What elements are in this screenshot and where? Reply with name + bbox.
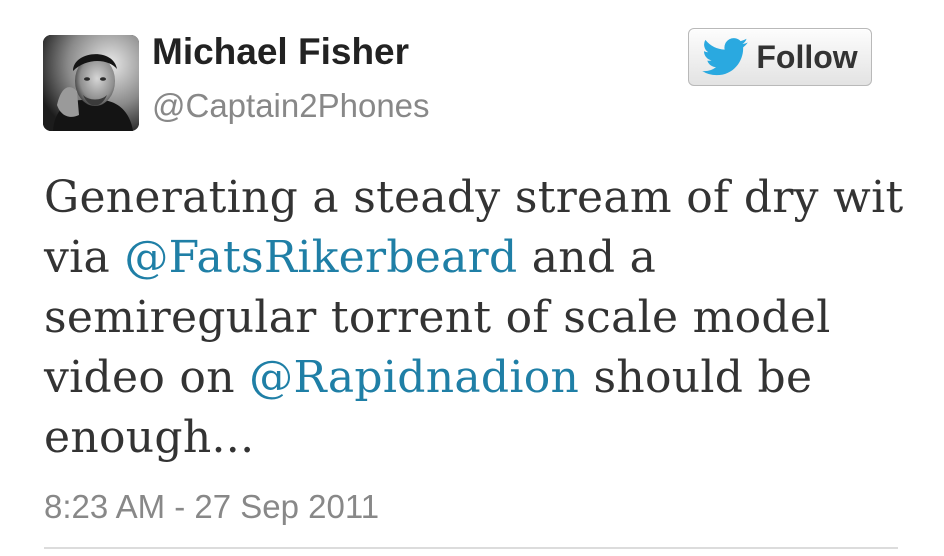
embedded-tweet: Michael Fisher @Captain2Phones Follow Ge… [0,0,944,556]
follow-label: Follow [756,39,858,75]
mention-link[interactable]: @Rapidnadion [249,352,579,403]
tweet-text: Generating a steady stream of dry wit vi… [44,168,914,468]
author-name[interactable]: Michael Fisher [152,30,409,74]
tweet-timestamp[interactable]: 8:23 AM - 27 Sep 2011 [44,486,379,528]
avatar-photo [43,35,139,131]
divider [44,547,898,549]
twitter-bird-icon [702,38,749,76]
follow-button[interactable]: Follow [688,28,872,86]
mention-link[interactable]: @FatsRikerbeard [124,232,517,283]
author-handle[interactable]: @Captain2Phones [152,86,430,126]
avatar[interactable] [43,35,139,131]
